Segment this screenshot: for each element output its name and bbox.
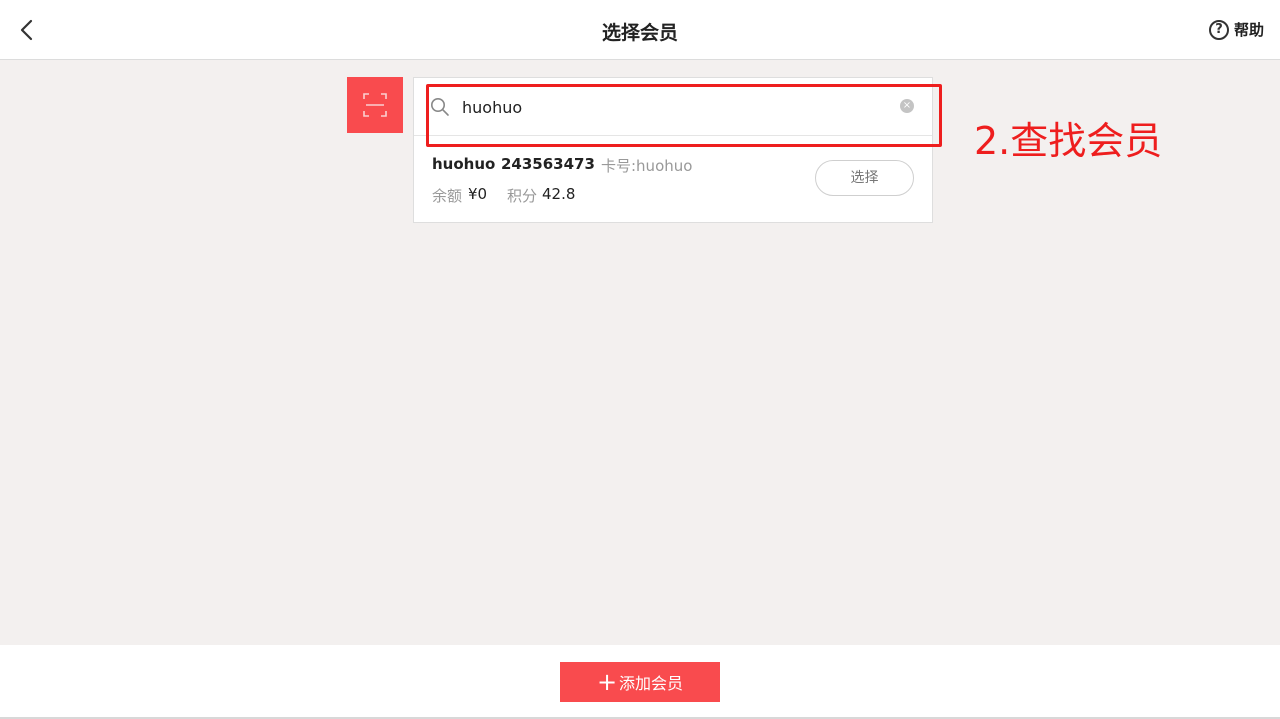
member-result-row[interactable]: huohuo 243563473 卡号:huohuo 余额 ¥0 积分 42.8… (414, 138, 932, 223)
scan-button[interactable] (347, 77, 403, 133)
page-title: 选择会员 (601, 22, 678, 44)
balance-label: 余额 (432, 187, 463, 205)
bottom-bar: + 添加会员 (0, 645, 1280, 719)
scan-icon (363, 93, 387, 117)
select-member-button[interactable]: 选择 (815, 160, 914, 196)
member-name: huohuo (432, 155, 496, 173)
add-member-label: 添加会员 (619, 674, 684, 693)
top-bar: 选择会员 ? 帮助 (0, 0, 1280, 60)
member-phone: 243563473 (501, 155, 595, 173)
annotation-highlight-box (426, 84, 942, 147)
balance-value: ¥0 (468, 185, 488, 203)
help-button[interactable]: ? 帮助 (1208, 19, 1264, 40)
annotation-label: 2.查找会员 (974, 119, 1163, 163)
points-value: 42.8 (542, 185, 576, 203)
plus-icon: + (596, 668, 618, 696)
help-icon: ? (1208, 19, 1229, 40)
help-label: 帮助 (1233, 21, 1264, 39)
add-member-button[interactable]: + 添加会员 (560, 662, 720, 702)
member-card-number: 卡号:huohuo (601, 157, 693, 175)
points-label: 积分 (507, 187, 538, 205)
